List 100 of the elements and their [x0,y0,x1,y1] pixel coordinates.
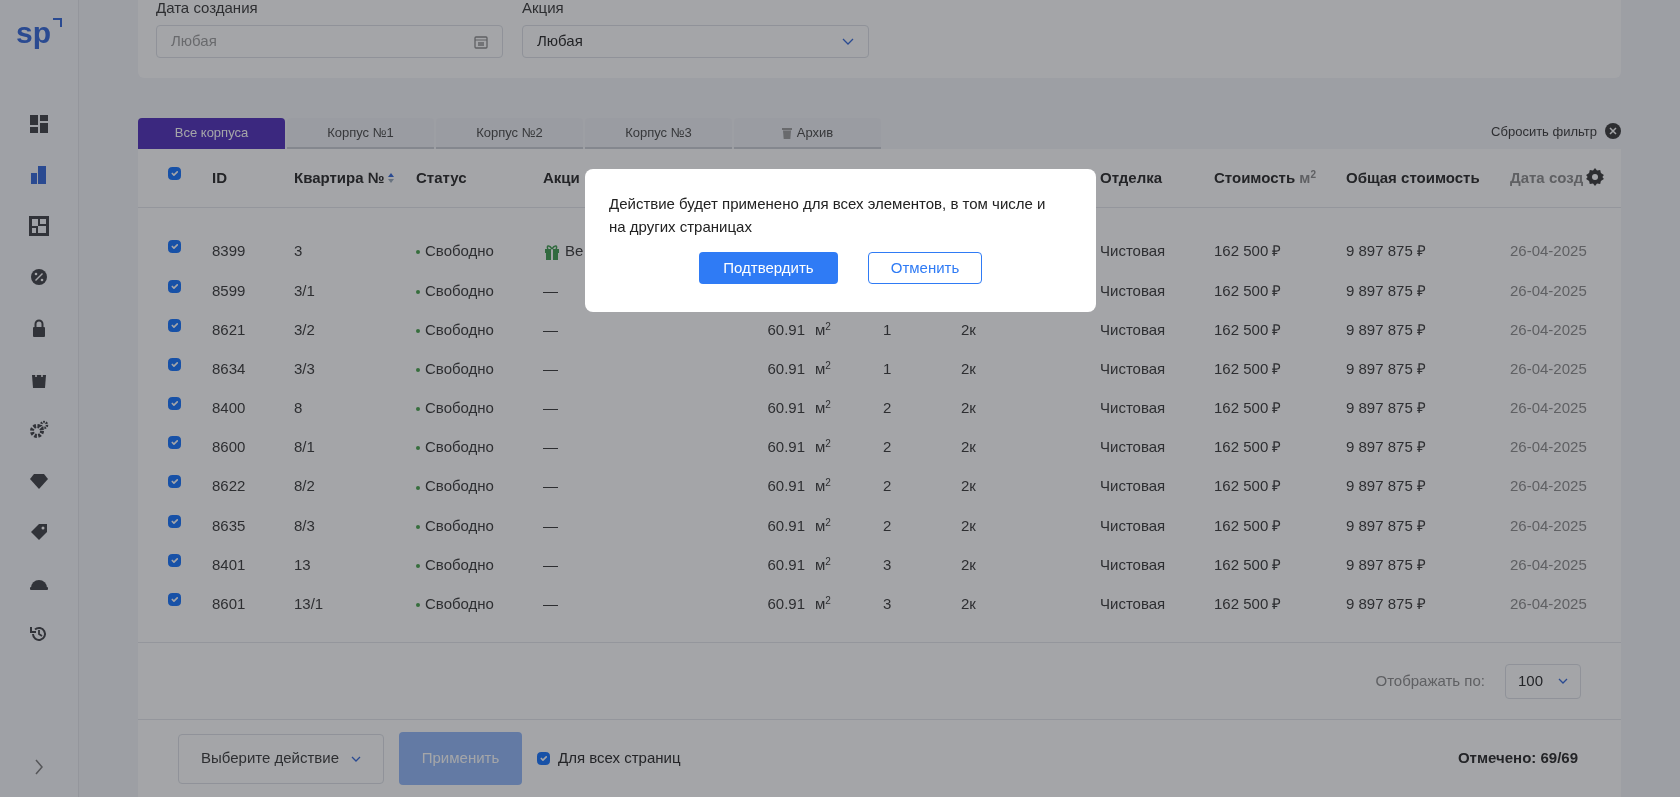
column-header[interactable]: Квартира № [294,166,385,190]
status-text: Свободно [416,399,494,417]
checkbox[interactable] [168,240,181,254]
table-cell: 60.91 [767,555,805,573]
checkbox[interactable] [168,475,181,489]
table-cell: 8634 [212,359,246,377]
table-cell: 162 500 ₽ [1214,281,1282,299]
table-cell: 2 [883,477,892,495]
table-cell: 60.91 [767,320,805,338]
field-label: Дата создания [156,0,259,15]
table-cell: Чистовая [1100,555,1166,573]
gears-icon[interactable] [29,419,49,440]
checkbox[interactable] [168,397,181,411]
table-cell: 26-04-2025 [1510,281,1587,299]
calendar-icon[interactable] [474,34,488,49]
building-icon[interactable] [29,164,49,185]
table-cell-text: — [543,476,558,497]
table-cell: м$^{2}$ [815,516,831,534]
table-cell: 2к [961,477,976,495]
page-size-select[interactable]: 100 [1505,663,1581,699]
table-cell: м$^{2}$ [815,477,831,495]
checkbox[interactable] [168,514,181,528]
checkbox-label[interactable]: Для всех страниц [558,747,681,770]
checkbox[interactable] [168,357,181,371]
logo-text: sp [16,18,51,48]
table-cell: 9 897 875 ₽ [1346,477,1426,495]
checkbox[interactable] [537,752,550,765]
table-cell: 8600 [212,438,246,456]
tab[interactable]: Все корпуса [138,118,285,149]
table-cell: 8622 [212,477,246,495]
cancel-button[interactable]: Отменить [868,252,982,284]
settings-icon[interactable] [1585,167,1605,187]
table-cell: м$^{2}$ [815,399,831,417]
dashboard-icon[interactable] [29,113,49,134]
table-cell: 26-04-2025 [1510,477,1587,495]
table-cell: 9 897 875 ₽ [1346,359,1426,377]
table-cell: Чистовая [1100,477,1166,495]
table-cell: 162 500 ₽ [1214,399,1282,417]
table-cell: Чистовая [1100,438,1166,456]
table-cell-text: Ве [565,241,584,262]
page-size-label: Отображать по: [1375,670,1485,691]
close-icon[interactable] [1605,123,1621,140]
table-cell: 26-04-2025 [1510,516,1587,534]
sort-icon[interactable] [388,172,395,184]
column-header: Акци [543,168,580,186]
table-cell: 3 [883,595,892,613]
column-header: Стоимость м$^{2}$ [1214,168,1316,186]
table-cell: 13/1 [294,595,324,613]
checkbox[interactable] [168,279,181,293]
table-cell: 9 897 875 ₽ [1346,242,1426,260]
column-header: Дата созд [1510,168,1584,186]
table-cell: 60.91 [767,477,805,495]
logo-corner-icon [52,18,62,28]
table-cell-text: — [543,437,558,458]
table-cell: 60.91 [767,595,805,613]
checkbox[interactable] [168,436,181,450]
table-cell: 9 897 875 ₽ [1346,595,1426,613]
reset-filter-link[interactable]: Сбросить фильтр [1491,121,1597,141]
floor-plan-icon[interactable] [29,215,49,236]
table-cell-text: — [543,515,558,536]
table-cell: 8599 [212,281,246,299]
checkbox[interactable] [168,318,181,332]
table-cell: 60.91 [767,359,805,377]
table-cell: 162 500 ₽ [1214,320,1282,338]
tag-icon[interactable] [29,521,49,542]
table-cell: 3/1 [294,281,315,299]
table-cell: 162 500 ₽ [1214,555,1282,573]
table-cell: Чистовая [1100,359,1166,377]
table-cell: 2к [961,359,976,377]
table-cell-text: — [543,319,558,340]
checkbox[interactable] [168,166,181,180]
table-cell: м$^{2}$ [815,555,831,573]
table-cell: 2 [883,438,892,456]
table-cell: 8401 [212,555,246,573]
table-cell: 1 [883,320,892,338]
table-cell: 26-04-2025 [1510,359,1587,377]
table-cell: 162 500 ₽ [1214,242,1282,260]
dialog-message: Действие будет применено для всех элементов, в том числе и на других страницах [609,194,1047,237]
table-cell: 26-04-2025 [1510,595,1587,613]
table-cell: 9 897 875 ₽ [1346,281,1426,299]
table-cell: 8635 [212,516,246,534]
confirm-button[interactable]: Подтвердить [699,252,838,284]
table-cell: 162 500 ₽ [1214,477,1282,495]
table-cell: 9 897 875 ₽ [1346,320,1426,338]
table-cell: 9 897 875 ₽ [1346,516,1426,534]
table-cell: 2к [961,320,976,338]
table-cell: 9 897 875 ₽ [1346,555,1426,573]
table-cell-text: — [543,398,558,419]
table-cell: 3/3 [294,359,315,377]
table-cell: 8400 [212,399,246,417]
percent-badge-icon[interactable] [29,266,49,287]
select-field[interactable]: Любая [522,25,869,58]
action-select[interactable]: Выберите действие [178,733,384,784]
table-cell: Чистовая [1100,399,1166,417]
expand-chevron-icon[interactable] [34,759,44,775]
table-cell: 2 [883,516,892,534]
table-cell: 2к [961,438,976,456]
checkbox[interactable] [168,593,181,607]
table-cell: м$^{2}$ [815,595,831,613]
checkbox[interactable] [168,553,181,567]
